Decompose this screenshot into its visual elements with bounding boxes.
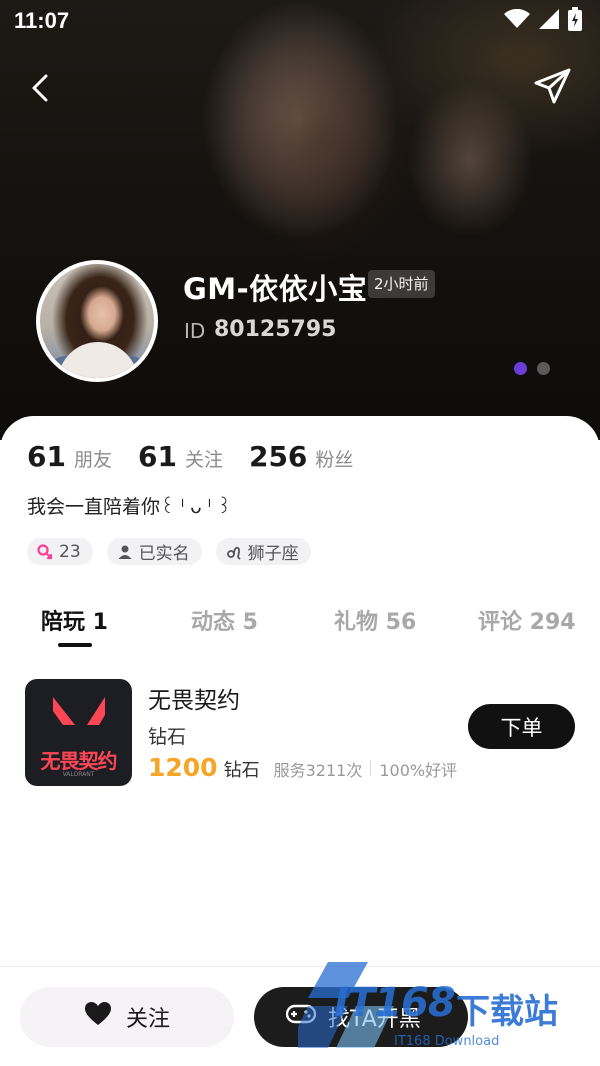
leo-icon	[226, 544, 242, 560]
status-icons	[504, 7, 582, 35]
stat-value: 256	[248, 440, 308, 473]
status-bar: 11:07	[0, 0, 600, 42]
bottom-divider	[0, 966, 600, 967]
tag-list: 23 已实名 狮子座	[27, 538, 311, 565]
game-icon-label: 无畏契约	[40, 749, 118, 773]
stat-label: 粉丝	[315, 449, 354, 471]
price-unit: 钻石	[223, 760, 260, 781]
back-button[interactable]	[24, 68, 60, 108]
share-button[interactable]	[532, 66, 572, 106]
wifi-icon	[504, 8, 530, 33]
heart-icon	[84, 1001, 112, 1033]
tab-active-indicator	[58, 643, 92, 647]
play-label: 找TA开黑	[328, 1007, 421, 1032]
stat-value: 61	[27, 440, 66, 473]
tag-verified: 已实名	[106, 538, 202, 565]
price-value: 1200	[148, 753, 218, 782]
signal-icon	[538, 8, 560, 34]
order-button[interactable]: 下单	[468, 704, 575, 749]
stat-followers[interactable]: 256 粉丝	[249, 440, 353, 473]
service-count: 服务3211次	[273, 761, 363, 780]
female-icon	[37, 543, 53, 560]
service-title: 无畏契约	[148, 688, 240, 714]
user-id-value: 80125795	[214, 317, 337, 342]
stat-value: 61	[137, 440, 177, 473]
send-icon	[532, 68, 572, 110]
last-active-badge: 2小时前	[368, 270, 435, 298]
tag-label: 狮子座	[247, 544, 299, 564]
tab-gifts[interactable]: 礼物 56	[334, 604, 416, 636]
person-icon	[117, 544, 133, 560]
tab-moments[interactable]: 动态 5	[191, 604, 258, 636]
follow-button[interactable]: 关注	[20, 987, 234, 1047]
stat-label: 朋友	[73, 449, 112, 471]
gamepad-icon	[285, 1003, 317, 1031]
bio-text: 我会一直陪着你꒰ ˡ ᴗ ˡ ꒱	[27, 496, 232, 518]
stat-friends[interactable]: 61 朋友	[27, 440, 112, 473]
carousel-dot	[537, 362, 550, 375]
game-icon: 无畏契约 VALORANT	[25, 679, 132, 786]
divider	[370, 760, 372, 776]
play-together-button[interactable]: 找TA开黑	[254, 987, 468, 1047]
avatar[interactable]	[36, 260, 158, 382]
chevron-left-icon	[24, 74, 60, 112]
stats-row: 61 朋友 61 关注 256 粉丝	[27, 440, 379, 473]
game-icon-sublabel: VALORANT	[62, 771, 95, 778]
follow-label: 关注	[125, 1007, 170, 1032]
carousel-indicator	[514, 362, 550, 375]
tag-age: 23	[27, 538, 93, 565]
service-rank: 钻石	[148, 726, 187, 748]
rating-text: 100%好评	[379, 761, 458, 780]
stat-label: 关注	[184, 449, 223, 471]
tag-zodiac: 狮子座	[215, 538, 311, 565]
carousel-dot-active	[514, 362, 527, 375]
stat-following[interactable]: 61 关注	[138, 440, 223, 473]
status-time: 11:07	[14, 8, 70, 33]
tab-companion[interactable]: 陪玩 1	[41, 604, 108, 636]
user-id-label: ID	[184, 319, 206, 343]
battery-icon	[568, 7, 582, 35]
nickname: GM-依依小宝	[183, 272, 368, 306]
tag-label: 23	[59, 541, 81, 562]
tag-label: 已实名	[138, 544, 190, 564]
price-row: 1200 钻石 服务3211次 100%好评	[148, 753, 457, 782]
tab-comments[interactable]: 评论 294	[478, 604, 576, 636]
service-item[interactable]: 无畏契约 VALORANT 无畏契约 钻石 1200 钻石 服务3211次 10…	[25, 679, 585, 787]
